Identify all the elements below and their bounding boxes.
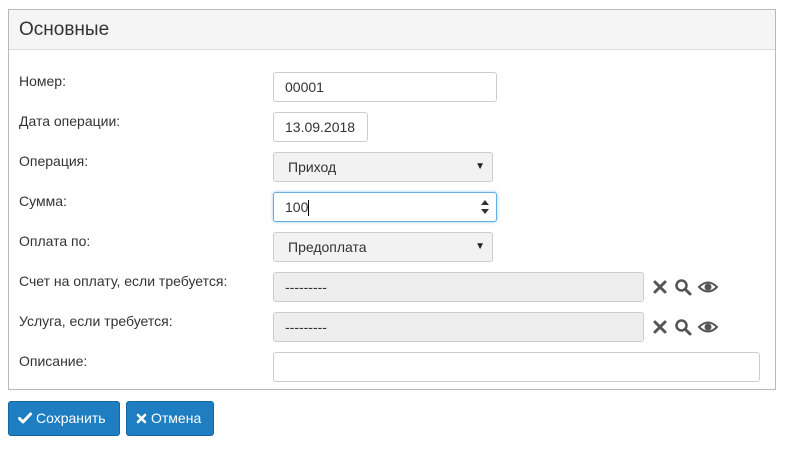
invoice-input[interactable]: --------- [273, 272, 644, 302]
close-icon [136, 413, 147, 424]
main-panel: Основные Номер: 00001 Дата операции: 13.… [8, 9, 776, 390]
date-value: 13.09.2018 [285, 119, 356, 135]
operation-label: Операция: [19, 153, 89, 169]
service-input[interactable]: --------- [273, 312, 644, 342]
eye-icon[interactable] [698, 278, 718, 296]
service-label: Услуга, если требуется: [19, 313, 173, 329]
invoice-label: Счет на оплату, если требуется: [19, 273, 228, 289]
invoice-value: --------- [285, 279, 327, 295]
number-value: 00001 [285, 79, 324, 95]
number-spinner-icon[interactable] [480, 198, 490, 216]
service-value: --------- [285, 319, 327, 335]
check-icon [18, 412, 32, 424]
amount-value: 100 [285, 199, 309, 215]
payment-value: Предоплата [288, 239, 367, 255]
eye-icon[interactable] [698, 318, 718, 336]
search-icon[interactable] [674, 278, 692, 296]
number-label: Номер: [19, 73, 66, 89]
caret-down-icon: ▼ [475, 161, 485, 172]
save-button[interactable]: Сохранить [8, 401, 120, 436]
operation-select[interactable]: Приход ▼ [273, 152, 493, 182]
close-icon[interactable] [651, 318, 669, 336]
operation-value: Приход [288, 159, 337, 175]
panel-title: Основные [9, 10, 775, 50]
save-button-label: Сохранить [36, 410, 106, 426]
payment-select[interactable]: Предоплата ▼ [273, 232, 493, 262]
close-icon[interactable] [651, 278, 669, 296]
search-icon[interactable] [674, 318, 692, 336]
text-cursor [308, 200, 310, 217]
caret-down-icon: ▼ [475, 241, 485, 252]
amount-label: Сумма: [19, 193, 67, 209]
description-label: Описание: [19, 353, 88, 369]
number-input[interactable]: 00001 [273, 72, 497, 102]
date-label: Дата операции: [19, 113, 121, 129]
description-input[interactable] [273, 352, 760, 382]
payment-label: Оплата по: [19, 233, 91, 249]
date-input[interactable]: 13.09.2018 [273, 112, 368, 142]
cancel-button[interactable]: Отмена [126, 401, 214, 436]
amount-input[interactable]: 100 [273, 192, 497, 222]
cancel-button-label: Отмена [151, 410, 202, 426]
